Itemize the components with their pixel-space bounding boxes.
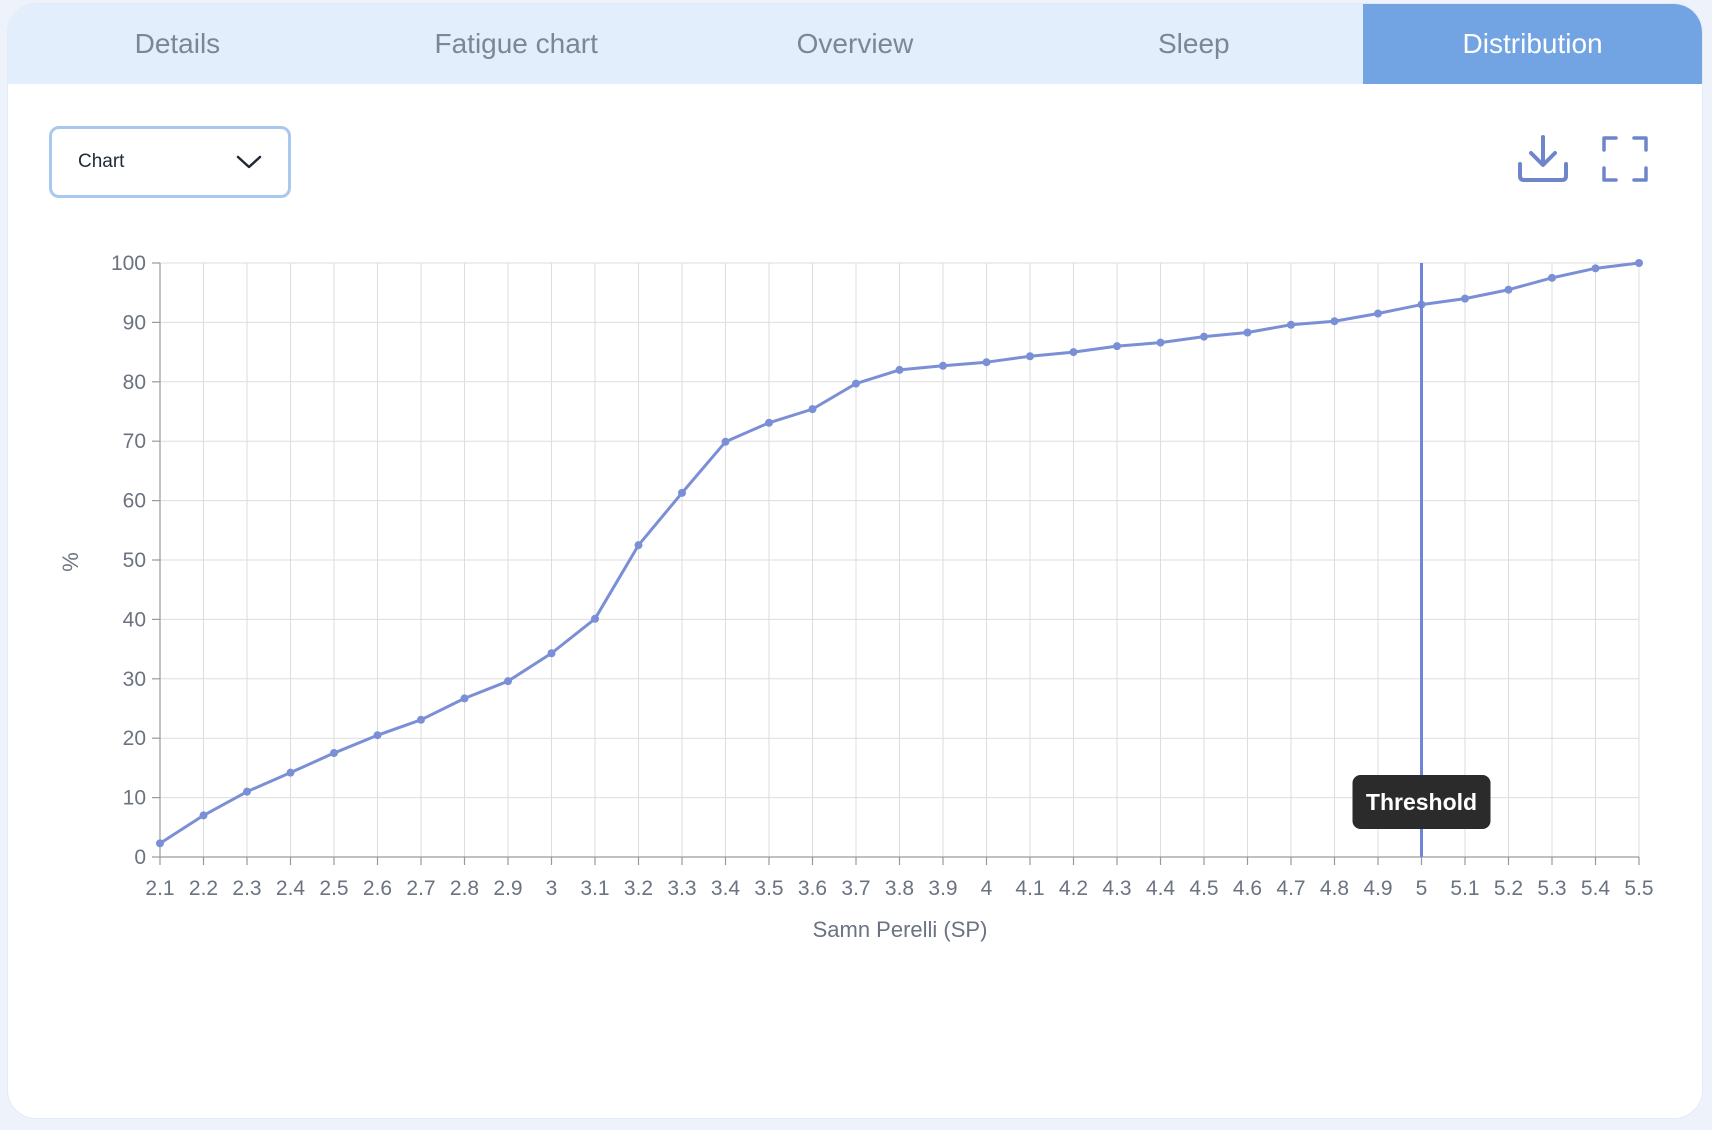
y-tick-label: 70 bbox=[123, 430, 146, 453]
data-point[interactable] bbox=[1635, 259, 1643, 267]
x-tick-label: 3.2 bbox=[624, 877, 653, 900]
data-point[interactable] bbox=[634, 541, 643, 550]
y-tick-label: 40 bbox=[123, 608, 146, 631]
x-tick-label: 2.4 bbox=[276, 877, 306, 900]
x-tick-label: 4.1 bbox=[1015, 877, 1044, 900]
distribution-card: Details Fatigue chart Overview Sleep Dis… bbox=[8, 4, 1702, 1118]
data-point[interactable] bbox=[547, 649, 556, 658]
data-point[interactable] bbox=[417, 715, 425, 724]
x-tick-label: 5.5 bbox=[1624, 877, 1653, 900]
y-tick-label: 0 bbox=[134, 846, 146, 869]
y-tick-label: 50 bbox=[123, 549, 146, 572]
y-tick-label: 90 bbox=[123, 311, 146, 334]
x-tick-label: 4.6 bbox=[1233, 877, 1262, 900]
data-point[interactable] bbox=[1374, 309, 1382, 318]
data-point[interactable] bbox=[243, 787, 251, 796]
x-tick-label: 2.3 bbox=[232, 877, 261, 900]
y-tick-label: 100 bbox=[111, 252, 146, 275]
x-tick-label: 2.6 bbox=[363, 877, 392, 900]
x-tick-label: 5 bbox=[1416, 877, 1428, 900]
x-tick-label: 2.8 bbox=[450, 877, 479, 900]
data-point[interactable] bbox=[895, 365, 904, 374]
data-point[interactable] bbox=[982, 358, 991, 367]
x-tick-label: 3.3 bbox=[667, 877, 696, 900]
x-tick-label: 3.5 bbox=[754, 877, 783, 900]
x-axis-ticks: 2.1 2.2 2.3 2.4 2.5 2.6 2.7 2.8 2.9 3 3.1 3.2 3.3 3.4… bbox=[145, 857, 1654, 900]
x-tick-label: 3.4 bbox=[711, 877, 741, 900]
data-point[interactable] bbox=[1287, 320, 1295, 329]
x-tick-label: 3.7 bbox=[841, 877, 870, 900]
chart-grid bbox=[159, 262, 1640, 858]
x-tick-label: 2.2 bbox=[189, 877, 218, 900]
x-tick-label: 2.9 bbox=[493, 877, 522, 900]
y-tick-label: 60 bbox=[123, 490, 146, 513]
y-tick-label: 80 bbox=[123, 371, 146, 394]
x-tick-label: 5.3 bbox=[1537, 877, 1566, 900]
data-point[interactable] bbox=[199, 811, 208, 820]
data-point[interactable] bbox=[765, 418, 773, 427]
data-point[interactable] bbox=[678, 488, 686, 497]
data-point[interactable] bbox=[1243, 328, 1252, 337]
x-tick-label: 4.8 bbox=[1320, 877, 1349, 900]
x-tick-label: 4.9 bbox=[1363, 877, 1392, 900]
data-point[interactable] bbox=[1504, 285, 1513, 294]
data-point[interactable] bbox=[1156, 338, 1165, 347]
x-tick-label: 4.7 bbox=[1276, 877, 1305, 900]
x-tick-label: 2.1 bbox=[145, 877, 174, 900]
x-tick-label: 5.4 bbox=[1581, 877, 1611, 900]
data-point[interactable] bbox=[1026, 352, 1034, 361]
distribution-chart: 0102030405060708090100 2.1 2.2 2.3 2.4 2.5 2.… bbox=[58, 252, 1654, 942]
x-tick-label: 4.3 bbox=[1102, 877, 1131, 900]
data-point[interactable] bbox=[939, 361, 947, 370]
y-tick-label: 20 bbox=[123, 727, 146, 750]
x-tick-label: 3.8 bbox=[885, 877, 914, 900]
y-tick-label: 30 bbox=[123, 668, 146, 691]
data-point[interactable] bbox=[591, 614, 599, 623]
x-tick-label: 4.5 bbox=[1189, 877, 1218, 900]
data-point[interactable] bbox=[1591, 264, 1600, 273]
data-point[interactable] bbox=[330, 749, 338, 758]
data-point[interactable] bbox=[721, 437, 730, 446]
y-axis-ticks: 0 10 20 30 40 50 60 70 80 90 100 bbox=[111, 252, 160, 869]
x-tick-label: 4 bbox=[981, 877, 993, 900]
threshold-label: Threshold bbox=[1366, 789, 1477, 815]
x-tick-label: 3.6 bbox=[798, 877, 827, 900]
x-tick-label: 2.5 bbox=[319, 877, 348, 900]
data-point[interactable] bbox=[1200, 332, 1208, 341]
x-tick-label: 5.2 bbox=[1494, 877, 1523, 900]
x-tick-label: 4.4 bbox=[1146, 877, 1176, 900]
x-tick-label: 4.2 bbox=[1059, 877, 1088, 900]
data-point[interactable] bbox=[852, 379, 860, 388]
data-point[interactable] bbox=[1330, 317, 1339, 326]
x-tick-label: 3 bbox=[546, 877, 558, 900]
data-point[interactable] bbox=[1069, 348, 1078, 357]
y-axis-label: % bbox=[58, 552, 83, 572]
data-point[interactable] bbox=[504, 677, 512, 686]
data-point[interactable] bbox=[808, 405, 817, 414]
data-point[interactable] bbox=[373, 731, 382, 740]
x-tick-label: 2.7 bbox=[406, 877, 435, 900]
data-point[interactable] bbox=[1461, 294, 1469, 303]
data-point[interactable] bbox=[1548, 273, 1556, 282]
x-tick-label: 5.1 bbox=[1450, 877, 1479, 900]
y-tick-label: 10 bbox=[123, 787, 146, 810]
data-point[interactable] bbox=[286, 768, 295, 777]
data-point[interactable] bbox=[460, 694, 469, 703]
data-point[interactable] bbox=[1113, 342, 1121, 351]
x-tick-label: 3.9 bbox=[928, 877, 957, 900]
data-point[interactable] bbox=[156, 839, 164, 848]
x-tick-label: 3.1 bbox=[580, 877, 609, 900]
x-axis-label: Samn Perelli (SP) bbox=[813, 917, 988, 942]
